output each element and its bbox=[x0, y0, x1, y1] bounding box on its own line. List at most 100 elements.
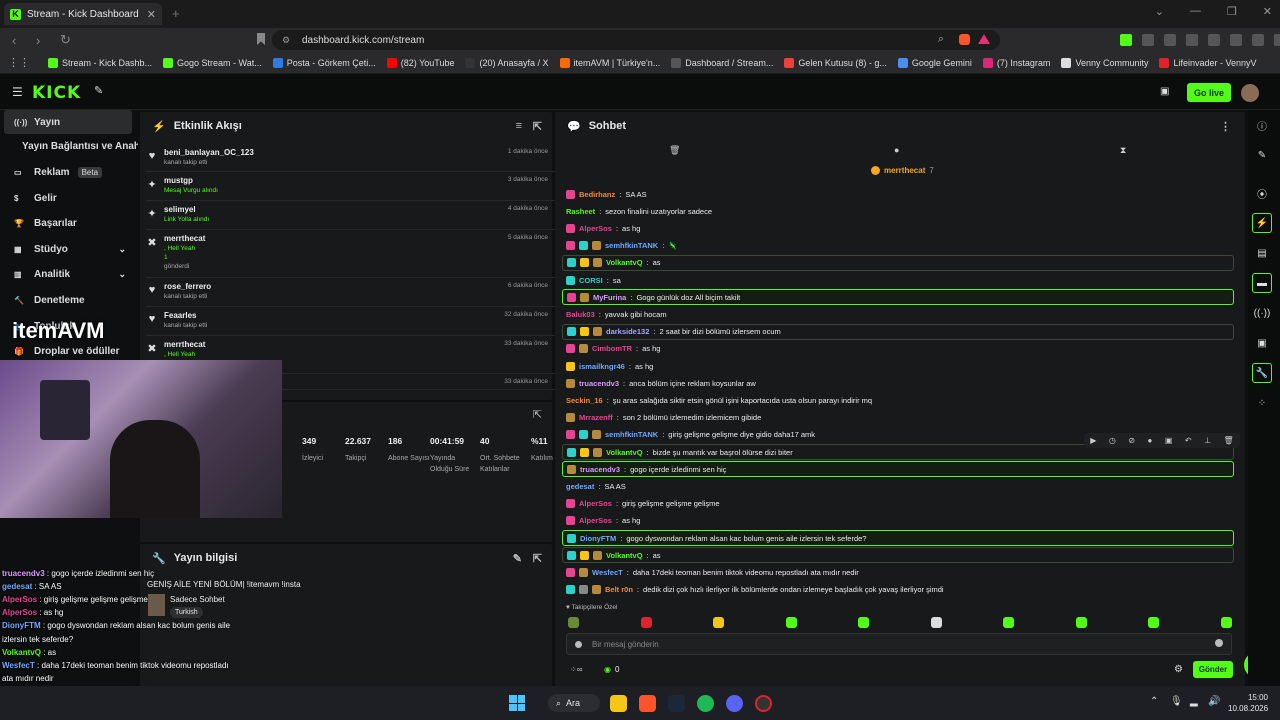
forward-icon[interactable]: › bbox=[36, 33, 48, 48]
wrench-icon[interactable]: 🔧 bbox=[1252, 363, 1272, 383]
sidebar-toggle-icon[interactable] bbox=[1186, 34, 1198, 46]
bookmark-item[interactable]: Gelen Kutusu (8) - g... bbox=[784, 57, 887, 68]
sidebar-item[interactable]: 🔨 Denetleme bbox=[0, 288, 138, 312]
hourglass-icon[interactable]: ⧗ bbox=[1120, 145, 1126, 156]
clock[interactable]: 15:00 10.08.2026 bbox=[1228, 692, 1268, 714]
chat-username[interactable]: Rasheet bbox=[566, 207, 595, 216]
pin-icon[interactable]: ⊥ bbox=[1204, 436, 1211, 445]
menu-icon[interactable] bbox=[1274, 34, 1280, 46]
activity-username[interactable]: Feaarles bbox=[164, 311, 207, 320]
emote-icon[interactable] bbox=[785, 617, 797, 628]
reload-icon[interactable]: ↻ bbox=[60, 32, 72, 48]
chat-message[interactable]: CimbomTR: as hg bbox=[562, 341, 1234, 357]
brave-shield-icon[interactable] bbox=[959, 34, 970, 45]
bookmark-item[interactable]: Stream - Kick Dashb... bbox=[48, 57, 152, 68]
taskbar-search[interactable]: ⌕ Ara bbox=[548, 694, 600, 712]
chat-message[interactable]: semhfkinTANK: 🦎 bbox=[562, 238, 1234, 254]
chat-username[interactable]: Baluk03 bbox=[566, 310, 595, 319]
share-icon[interactable]: ⁘ bbox=[1252, 393, 1272, 413]
chat-username[interactable]: VolkantvQ bbox=[606, 258, 643, 267]
chat-username[interactable]: semhfkinTANK bbox=[605, 241, 658, 250]
chat-username[interactable]: VolkantvQ bbox=[606, 551, 643, 560]
bookmark-item[interactable]: Venny Community bbox=[1061, 57, 1148, 68]
tray-chevron-icon[interactable]: ⌃ bbox=[1150, 696, 1158, 707]
browser-tab[interactable]: K Stream - Kick Dashboard ✕ bbox=[4, 3, 162, 25]
maximize-icon[interactable]: ❐ bbox=[1227, 5, 1237, 18]
chat-message[interactable]: truacendv3: anca bölüm içine reklam koysu… bbox=[562, 375, 1234, 391]
trash-icon[interactable]: 🗑 bbox=[669, 145, 680, 156]
chat-username[interactable]: truacendv3 bbox=[579, 379, 619, 388]
chat-message[interactable]: ismailkngr46: as hg bbox=[562, 358, 1234, 374]
chat-username[interactable]: semhfkinTANK bbox=[605, 430, 658, 439]
network-icon[interactable]: ▂ bbox=[1190, 696, 1198, 707]
apps-grid-icon[interactable]: ⋮⋮ bbox=[8, 56, 30, 69]
kick-extension-icon[interactable] bbox=[1120, 34, 1132, 46]
chat-message[interactable]: Rasheet: sezon finalini uzatıyorlar sadec… bbox=[562, 203, 1234, 219]
chat-username[interactable]: MyFurina bbox=[593, 293, 626, 302]
chat-message[interactable]: Belt r0n: dedik dizi çok hızlı ilerliyor … bbox=[562, 582, 1234, 598]
emoji-icon[interactable] bbox=[1215, 639, 1223, 647]
emote-icon[interactable] bbox=[1220, 617, 1232, 628]
chat-username[interactable]: Bedirhanz bbox=[579, 190, 615, 199]
chat-message[interactable]: gedesat: SA AS bbox=[562, 478, 1234, 494]
extension-icon[interactable] bbox=[1230, 34, 1242, 46]
bookmark-item[interactable]: (82) YouTube bbox=[386, 57, 454, 68]
url-field[interactable]: ⚙ dashboard.kick.com/stream ⌕ bbox=[272, 30, 1000, 50]
minimize-icon[interactable]: — bbox=[1190, 5, 1201, 18]
back-icon[interactable]: ‹ bbox=[12, 33, 24, 48]
chat-message[interactable]: AlperSos: giriş gelişme gelişme gelişme bbox=[562, 496, 1234, 512]
send-button[interactable]: Gönder bbox=[1193, 661, 1233, 678]
kick-logo[interactable]: KICK bbox=[32, 83, 81, 103]
chat-username[interactable]: AlperSos bbox=[579, 499, 612, 508]
extension-icon[interactable] bbox=[1164, 34, 1176, 46]
tools-icon[interactable]: ✎ bbox=[94, 84, 103, 97]
chevron-down-icon[interactable]: ⌄ bbox=[118, 244, 126, 255]
chat-message[interactable]: AlperSos: as hg bbox=[562, 513, 1234, 529]
brave-browser-icon[interactable] bbox=[639, 695, 656, 712]
chat-username[interactable]: AlperSos bbox=[579, 224, 612, 233]
extension-icon[interactable] bbox=[1142, 34, 1154, 46]
shield-icon[interactable] bbox=[1252, 34, 1264, 46]
bookmark-item[interactable]: Gogo Stream - Wat... bbox=[163, 57, 262, 68]
camera-icon[interactable]: ⦿ bbox=[1252, 183, 1272, 203]
volume-icon[interactable]: 🔊 bbox=[1208, 696, 1220, 707]
activity-username[interactable]: selimyel bbox=[164, 205, 209, 214]
steam-icon[interactable] bbox=[668, 695, 685, 712]
emote-icon[interactable] bbox=[713, 617, 724, 628]
chat-username[interactable]: ismailkngr46 bbox=[579, 362, 625, 371]
sidebar-item[interactable]: Yayın Bağlantısı ve Anahtarı bbox=[0, 134, 138, 158]
chat-username[interactable]: WesfecT bbox=[592, 568, 623, 577]
chat-message[interactable]: AlperSos: as hg bbox=[562, 220, 1234, 236]
popout-icon[interactable]: ⇱ bbox=[533, 552, 542, 565]
chat-message[interactable]: truacendv3: gogo içerde izledinmi sen hiç bbox=[562, 461, 1234, 478]
close-window-icon[interactable]: ✕ bbox=[1263, 5, 1272, 18]
chat-username[interactable]: DionyFTM bbox=[580, 534, 616, 543]
emote-icon[interactable] bbox=[568, 617, 579, 628]
obs-icon[interactable] bbox=[755, 695, 772, 712]
chat-username[interactable]: darkside132 bbox=[606, 327, 649, 336]
gear-icon[interactable]: ⚙ bbox=[1174, 664, 1183, 675]
chat-message[interactable]: Bedirhanz: SA AS bbox=[562, 186, 1234, 202]
chevron-down-icon[interactable]: ⌄ bbox=[1155, 5, 1164, 18]
emote-icon[interactable] bbox=[1003, 617, 1014, 628]
activity-username[interactable]: merrthecat bbox=[164, 234, 205, 243]
activity-username[interactable]: merrthecat bbox=[164, 340, 205, 349]
chat-message[interactable]: darkside132:2 saat bir dizi bölümü izler… bbox=[562, 323, 1234, 340]
reply-icon[interactable]: ● bbox=[1148, 436, 1153, 445]
activity-username[interactable]: rose_ferrero bbox=[164, 282, 211, 291]
bookmark-item[interactable]: Posta - Görkem Çeti... bbox=[272, 57, 376, 68]
popout-icon[interactable]: ⇱ bbox=[533, 408, 542, 421]
viewer-link-icon[interactable]: ⁘∞ bbox=[570, 665, 582, 674]
chat-message[interactable]: Seckin_16: şu aras salağıda siktir etsin … bbox=[562, 392, 1234, 408]
filter-icon[interactable]: ≡ bbox=[516, 120, 522, 132]
chat-settings-icon[interactable] bbox=[575, 640, 582, 648]
chat-icon[interactable]: ● bbox=[894, 145, 899, 155]
bookmark-icon[interactable] bbox=[257, 33, 265, 45]
chat-username[interactable]: AlperSos bbox=[579, 516, 612, 525]
emote-icon[interactable] bbox=[640, 617, 652, 628]
vr-icon[interactable]: ▣ bbox=[1160, 86, 1169, 97]
undo-icon[interactable]: ↶ bbox=[1185, 436, 1192, 445]
sidebar-item[interactable]: ▥ Analitik ⌄ bbox=[0, 262, 138, 286]
delete-icon[interactable]: 🗑 bbox=[1224, 436, 1234, 445]
spotify-icon[interactable] bbox=[697, 695, 714, 712]
